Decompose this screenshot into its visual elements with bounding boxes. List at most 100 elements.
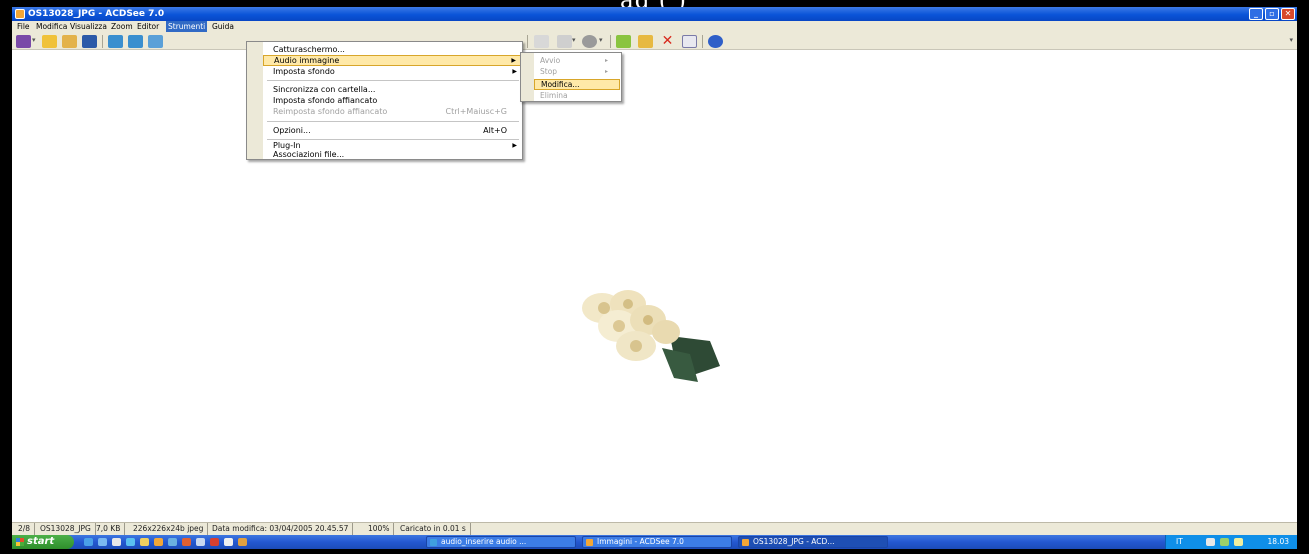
menu-item-opzioni[interactable]: Opzioni... Alt+O [263,125,521,136]
status-filesize: 7,0 KB [92,523,126,535]
toolbar-overflow-icon[interactable]: ▾ [1289,36,1293,44]
windows-logo-icon [16,538,24,546]
chevron-down-icon[interactable]: ▾ [32,36,36,44]
fit-icon[interactable] [148,35,163,48]
print-icon[interactable] [534,35,549,48]
help-icon[interactable] [708,35,723,48]
start-label: start [27,536,55,547]
submenu-arrow-icon: ▸ [604,57,608,64]
quicklaunch-media-icon[interactable] [126,538,135,546]
status-bar: 2/8 OS13028_JPG 7,0 KB 226x226x24b jpeg … [12,522,1297,535]
quicklaunch-app-icon[interactable] [238,538,247,546]
toolbar: ▾ ▾ ▾ ✕ ▾ [12,32,1297,50]
acdsee-icon [742,539,749,546]
acdsee-icon [586,539,593,546]
status-index: 2/8 [14,523,36,535]
shortcut-label: Alt+O [483,126,507,135]
audio-immagine-submenu: Avvio ▸ Stop ▸ Modifica... Elimina [520,52,622,102]
title-bar[interactable]: OS13028_JPG - ACDSee 7.0 _ ▫ ✕ [12,7,1297,21]
menu-item-imposta-sfondo-affiancato[interactable]: Imposta sfondo affiancato [263,95,521,106]
save-icon[interactable] [82,35,97,48]
copy-to-icon[interactable] [616,35,631,48]
toolbar-separator [102,35,103,48]
status-modified: Data modifica: 03/04/2005 20.45.57 [208,523,354,535]
menu-item-reimposta-sfondo: Reimposta sfondo affiancato Ctrl+Maiusc+G [273,107,507,116]
status-zoom: 100% [364,523,395,535]
status-filename: OS13028_JPG [36,523,96,535]
toolbar-separator [702,35,703,48]
toolbar-separator [527,35,528,48]
submenu-item-elimina: Elimina [540,91,568,100]
email-icon[interactable] [557,35,572,48]
quicklaunch-acdsee-icon[interactable] [154,538,163,546]
menu-strumenti[interactable]: Strumenti [166,21,208,32]
acquire-icon[interactable] [16,35,31,48]
document-icon [430,539,437,546]
menu-editor[interactable]: Editor [135,21,161,32]
browse-icon[interactable] [62,35,77,48]
properties-icon[interactable] [682,35,697,48]
status-load-time: Caricato in 0.01 s [396,523,471,535]
menu-separator [267,80,519,81]
language-indicator[interactable]: IT [1176,535,1183,549]
chevron-down-icon[interactable]: ▾ [572,36,576,44]
menu-file[interactable]: File [15,21,32,32]
quicklaunch-desktop-icon[interactable] [112,538,121,546]
rotate-left-icon[interactable] [108,35,123,48]
screen-frame: ag ( ) OS13028_JPG - ACDSee 7.0 _ ▫ ✕ Fi… [0,0,1309,554]
quicklaunch-app-icon[interactable] [182,538,191,546]
menu-item-sincronizza[interactable]: Sincronizza con cartella... [263,84,521,95]
system-tray: IT 18.03 [1165,535,1297,549]
submenu-item-stop: Stop ▸ [540,67,608,76]
quicklaunch-app-icon[interactable] [196,538,205,546]
slideshow-icon[interactable] [582,35,597,48]
status-dimensions: 226x226x24b jpeg [129,523,209,535]
quicklaunch-mail-icon[interactable] [98,538,107,546]
submenu-item-modifica[interactable]: Modifica... [534,79,620,90]
clock: 18.03 [1267,537,1289,546]
shortcut-label: Ctrl+Maiusc+G [445,107,507,116]
open-folder-icon[interactable] [42,35,57,48]
quicklaunch-app-icon[interactable] [210,538,219,546]
volume-icon[interactable] [1206,538,1215,546]
submenu-arrow-icon: ▶ [511,57,516,64]
maximize-button[interactable]: ▫ [1265,8,1279,20]
chevron-down-icon[interactable]: ▾ [599,36,603,44]
menu-item-audio-immagine[interactable]: Audio immagine ▶ [263,55,521,66]
menu-modifica[interactable]: Modifica [34,21,69,32]
menu-visualizza[interactable]: Visualizza [68,21,109,32]
taskbar-task-immagini-acdsee[interactable]: Immagini - ACDSee 7.0 [582,536,732,548]
menu-icon-gutter [521,53,534,101]
taskbar-task-audio-inserire[interactable]: audio_inserire audio ... [426,536,576,548]
tray-app-icon[interactable] [1234,538,1243,546]
window-title: OS13028_JPG - ACDSee 7.0 [28,9,165,19]
acdsee-window: OS13028_JPG - ACDSee 7.0 _ ▫ ✕ File Modi… [12,7,1297,535]
toolbar-separator [610,35,611,48]
quicklaunch-ie-icon[interactable] [84,538,93,546]
quicklaunch-search-icon[interactable] [168,538,177,546]
submenu-item-avvio: Avvio ▸ [540,56,608,65]
menu-item-imposta-sfondo[interactable]: Imposta sfondo ▶ [263,66,521,77]
submenu-arrow-icon: ▸ [604,68,608,75]
quicklaunch-app-icon[interactable] [224,538,233,546]
quicklaunch-folder-icon[interactable] [140,538,149,546]
acdsee-app-icon [15,9,25,19]
start-button[interactable]: start [12,535,74,549]
menu-item-associazioni-file[interactable]: Associazioni file... [263,149,521,160]
submenu-arrow-icon: ▶ [512,68,517,75]
menu-item-catturaschermo[interactable]: Catturaschermo... [263,44,521,55]
menu-icon-gutter [247,42,263,159]
menu-guida[interactable]: Guida [210,21,236,32]
roses-image [582,290,720,382]
menu-zoom[interactable]: Zoom [109,21,135,32]
move-to-icon[interactable] [638,35,653,48]
image-viewer-area[interactable] [12,51,1297,522]
strumenti-dropdown-menu: Catturaschermo... Audio immagine ▶ Impost… [246,41,523,160]
close-button[interactable]: ✕ [1281,8,1295,20]
delete-icon[interactable]: ✕ [660,34,675,48]
network-icon[interactable] [1220,538,1229,546]
rotate-right-icon[interactable] [128,35,143,48]
windows-taskbar: start audio_inserire audio ... Immagini … [12,535,1297,549]
minimize-button[interactable]: _ [1249,8,1263,20]
taskbar-task-os13028[interactable]: OS13028_JPG - ACD... [738,536,888,548]
